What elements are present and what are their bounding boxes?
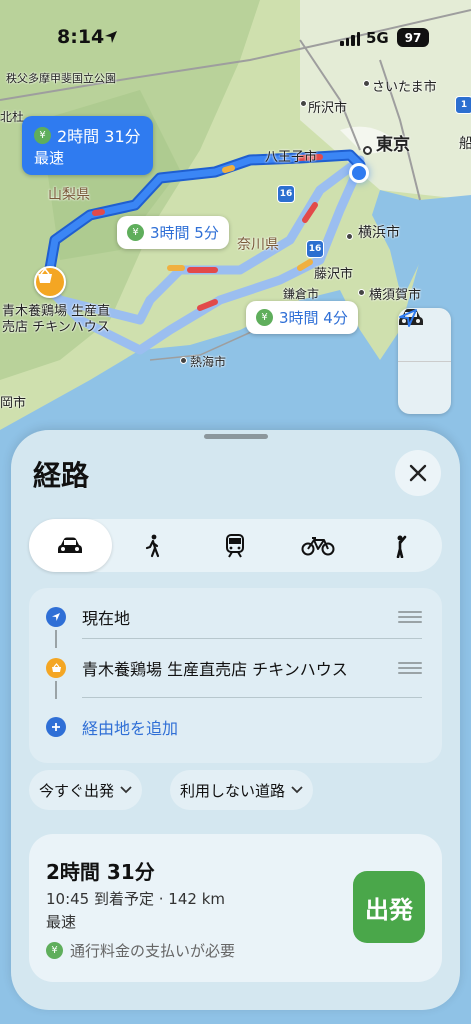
toll-notice-label: 通行料金の支払いが必要 bbox=[70, 942, 236, 960]
city-dot bbox=[180, 357, 187, 364]
chevron-down-icon bbox=[120, 786, 132, 794]
toll-yen-icon: ¥ bbox=[34, 126, 51, 144]
destination-map-label: 青木養鶏場 生産直 売店 チキンハウス bbox=[2, 304, 110, 336]
map-label-tokorozawa: 所沢市 bbox=[308, 101, 348, 116]
toll-yen-icon: ¥ bbox=[256, 309, 273, 326]
status-bar: 8:14 5G 97 bbox=[0, 0, 471, 60]
destination-label-line: 売店 チキンハウス bbox=[2, 320, 110, 335]
stop-destination[interactable]: 青木養鶏場 生産直売店 チキンハウス bbox=[29, 639, 442, 697]
mode-rideshare[interactable] bbox=[359, 519, 442, 572]
stop-connector bbox=[55, 681, 57, 699]
city-dot bbox=[358, 289, 365, 296]
route-bubble-alt1[interactable]: ¥ 3時間 5分 bbox=[117, 216, 229, 249]
route-card[interactable]: 2時間 31分 10:45 到着予定 · 142 km 最速 ¥ 通行料金の支払… bbox=[29, 834, 442, 982]
basket-icon bbox=[46, 658, 66, 678]
status-time: 8:14 bbox=[57, 26, 105, 48]
location-arrow-icon bbox=[46, 607, 66, 627]
route-tag: 最速 bbox=[46, 913, 77, 931]
avoid-roads-label: 利用しない道路 bbox=[180, 781, 286, 800]
depart-time-label: 今すぐ出発 bbox=[39, 781, 115, 800]
walk-icon bbox=[145, 534, 159, 557]
train-icon bbox=[226, 533, 245, 558]
mode-walk[interactable] bbox=[112, 519, 195, 572]
map-label-saitama: さいたま市 bbox=[372, 80, 437, 95]
toll-yen-icon: ¥ bbox=[127, 224, 144, 241]
stop-label: 青木養鶏場 生産直売店 チキンハウス bbox=[82, 660, 348, 679]
route-tag: 最速 bbox=[34, 149, 65, 167]
map-label-shizuoka: 岡市 bbox=[0, 396, 27, 411]
plus-icon bbox=[46, 717, 66, 737]
city-dot bbox=[363, 146, 372, 155]
directions-sheet: 経路 現在地 青木養鶏場 生産直売店 チキンハウス 経由地を追加 今すぐ出発 利… bbox=[11, 430, 460, 1010]
map-label-kanagawa: 奈川県 bbox=[237, 237, 279, 253]
map-label-yokosuka: 横須賀市 bbox=[369, 288, 422, 303]
map-label-kita: 北杜 bbox=[0, 110, 25, 124]
transport-mode-selector bbox=[29, 519, 442, 572]
route-eta-distance: 10:45 到着予定 · 142 km bbox=[46, 890, 225, 908]
city-dot bbox=[300, 100, 307, 107]
location-arrow-icon bbox=[399, 309, 417, 327]
map-label-tokyo: 東京 bbox=[376, 135, 410, 155]
close-icon bbox=[409, 464, 427, 482]
reorder-handle-icon[interactable] bbox=[398, 611, 422, 623]
map-label-fujisawa: 藤沢市 bbox=[314, 267, 354, 282]
highway-shield-icon: 16 bbox=[306, 240, 324, 258]
map-label-yamanashi: 山梨県 bbox=[48, 187, 90, 203]
map-label-funabashi: 船 bbox=[459, 136, 471, 152]
cellular-signal-icon bbox=[340, 32, 360, 46]
reorder-handle-icon[interactable] bbox=[398, 662, 422, 674]
hail-person-icon bbox=[396, 535, 406, 558]
current-location-dot bbox=[349, 163, 369, 183]
map-label-yokohama: 横浜市 bbox=[358, 225, 400, 241]
highway-shield-icon: 1 bbox=[455, 96, 471, 114]
add-stop-button[interactable]: 経由地を追加 bbox=[29, 698, 442, 756]
depart-time-dropdown[interactable]: 今すぐ出発 bbox=[29, 770, 143, 810]
map-label-hachioji: 八王子市 bbox=[265, 150, 318, 165]
highway-shield-icon: 16 bbox=[277, 185, 295, 203]
stop-label: 現在地 bbox=[82, 609, 131, 628]
close-button[interactable] bbox=[395, 450, 441, 496]
mode-transit[interactable] bbox=[194, 519, 277, 572]
map-label-atami: 熱海市 bbox=[190, 355, 227, 369]
city-dot bbox=[363, 80, 370, 87]
destination-label-line: 青木養鶏場 生産直 bbox=[2, 304, 111, 319]
toll-notice: ¥ 通行料金の支払いが必要 bbox=[46, 940, 235, 961]
network-type: 5G bbox=[366, 29, 389, 47]
route-time: 3時間 4分 bbox=[279, 309, 348, 327]
location-services-icon bbox=[105, 31, 117, 43]
bicycle-icon bbox=[301, 536, 335, 555]
chevron-down-icon bbox=[291, 786, 303, 794]
route-time: 3時間 5分 bbox=[150, 224, 219, 242]
route-duration: 2時間 31分 bbox=[46, 860, 155, 884]
avoid-roads-dropdown[interactable]: 利用しない道路 bbox=[170, 770, 314, 810]
add-stop-label: 経由地を追加 bbox=[82, 719, 179, 738]
sheet-title: 経路 bbox=[33, 459, 90, 492]
route-bubble-primary[interactable]: ¥ 2時間 31分 最速 bbox=[22, 116, 153, 175]
locate-me-button[interactable] bbox=[398, 309, 451, 414]
map-label-chichibu: 秩父多摩甲斐国立公園 bbox=[6, 72, 116, 85]
map-label-kamakura: 鎌倉市 bbox=[283, 287, 320, 301]
route-time: 2時間 31分 bbox=[57, 127, 141, 146]
car-icon bbox=[58, 537, 83, 553]
go-button[interactable]: 出発 bbox=[353, 871, 425, 943]
map-controls bbox=[398, 308, 451, 414]
mode-drive[interactable] bbox=[29, 519, 112, 572]
route-stops: 現在地 青木養鶏場 生産直売店 チキンハウス 経由地を追加 bbox=[29, 588, 442, 763]
toll-yen-icon: ¥ bbox=[46, 942, 63, 959]
sheet-grabber[interactable] bbox=[204, 434, 268, 439]
destination-pin[interactable] bbox=[34, 266, 66, 298]
basket-icon bbox=[38, 268, 52, 283]
battery-indicator: 97 bbox=[397, 28, 429, 47]
city-dot bbox=[346, 233, 353, 240]
route-bubble-alt2[interactable]: ¥ 3時間 4分 bbox=[246, 301, 358, 334]
mode-cycle[interactable] bbox=[277, 519, 360, 572]
